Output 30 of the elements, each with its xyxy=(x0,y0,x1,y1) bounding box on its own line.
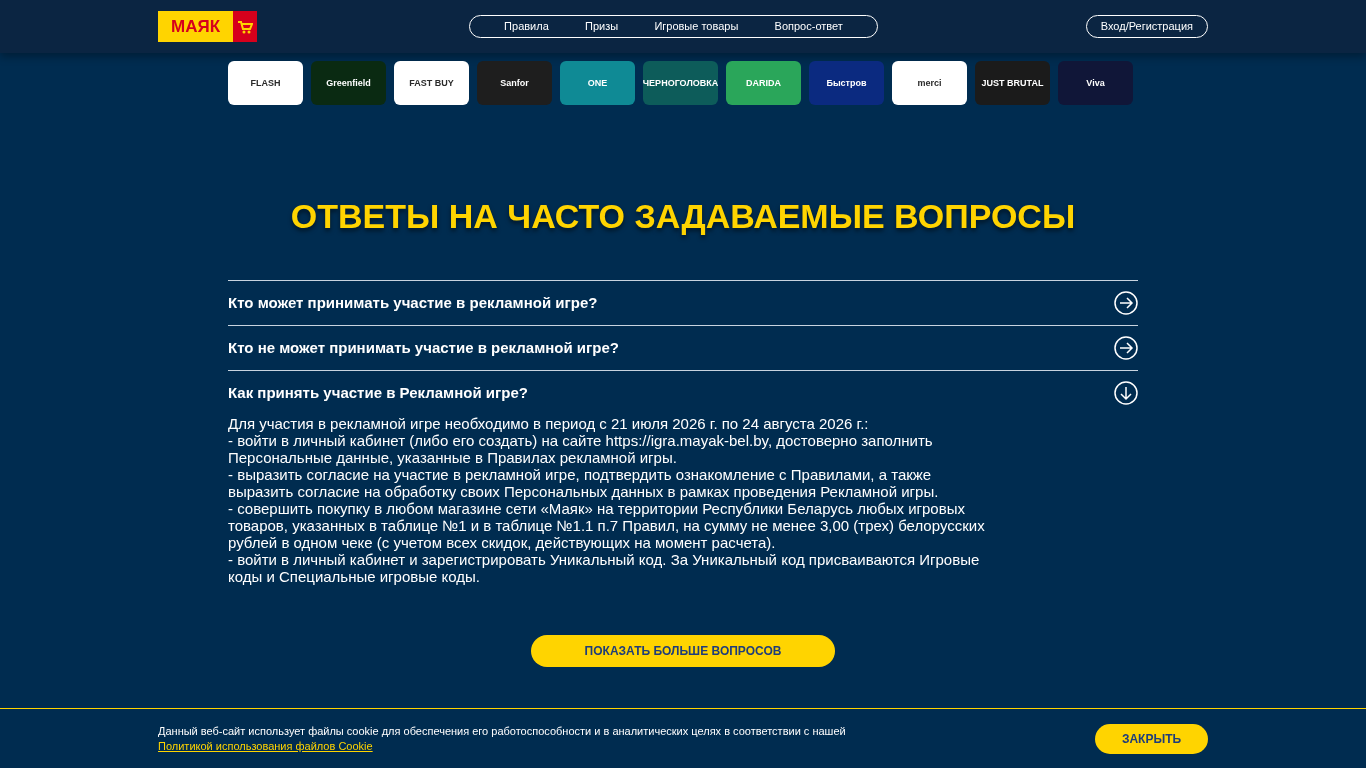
brand-logo[interactable]: JUST BRUTAL xyxy=(975,61,1050,105)
close-button[interactable]: ЗАКРЫТЬ xyxy=(1095,723,1208,754)
answer-paragraph: - войти в личный кабинет и зарегистрировать Уникальный код. За Уникальный код присваиваются Игровые коды и Специальные игровые коды. xyxy=(228,551,981,585)
nav-link[interactable]: Вопрос-ответ xyxy=(774,18,843,35)
brand-logo[interactable]: Быстров xyxy=(809,61,884,105)
brand-logo[interactable]: FAST BUY xyxy=(394,61,469,105)
faq-question[interactable]: Кто может принимать участие в рекламной игре? xyxy=(228,291,598,315)
brand-logo[interactable]: ЧЕРНОГОЛОВКА xyxy=(643,61,718,105)
page-title: ОТВЕТЫ НА ЧАСТО ЗАДАВАЕМЫЕ ВОПРОСЫ xyxy=(289,196,1077,237)
faq-question[interactable]: Кто не может принимать участие в рекламной игре? xyxy=(228,336,619,360)
nav-link[interactable]: Игровые товары xyxy=(654,18,739,35)
faq-question[interactable]: Как принять участие в Рекламной игре? xyxy=(228,381,528,405)
arrow-down-circle-icon[interactable] xyxy=(1114,381,1138,405)
answer-paragraph: - войти в личный кабинет (либо его создать) на сайте https://igra.mayak-bel.by, достоверно заполнить Персональные данные, указанные в Правилах рекламной игры. xyxy=(228,432,934,466)
answer-paragraph: - совершить покупку в любом магазине сети «Маяк» на территории Республики Беларусь любых игровых товаров, указанных в таблице №1 и в таблице №1.1 п.7 Правил, на сумму не менее 3,00 (трех) белорусских рублей в одном чеке (с учетом всех скидок, действующих на момент расчета). xyxy=(228,500,986,551)
brand-logo[interactable]: Greenfield xyxy=(311,61,386,105)
brand-logo[interactable]: Sanfor xyxy=(477,61,552,105)
brand-logo[interactable]: FLASH xyxy=(228,61,303,105)
arrow-right-circle-icon[interactable] xyxy=(1114,291,1138,315)
show-more-button[interactable]: ПОКАЗАТЬ БОЛЬШЕ ВОПРОСОВ xyxy=(531,635,835,667)
nav-link[interactable]: Правила xyxy=(504,18,549,35)
cookie-text: Данный веб-сайт использует файлы cookie для обеспечения его работоспособности и в аналитических целях в соответствии с нашей xyxy=(158,723,846,739)
answer-paragraph: Для участия в рекламной игре необходимо в период с 21 июля 2026 г. по 24 августа 2026 г.: xyxy=(228,415,870,432)
brand-logo[interactable]: Viva xyxy=(1058,61,1133,105)
brand-logo[interactable]: merci xyxy=(892,61,967,105)
cookie-policy-link[interactable]: Политикой использования файлов Cookie xyxy=(158,738,373,754)
brand-logo[interactable]: ONE xyxy=(560,61,635,105)
answer-paragraph: - выразить согласие на участие в рекламной игре, подтвердить ознакомление с Правилами, а также выразить согласие на обработку своих Персональных данных в рамках проведения Рекламной игры. xyxy=(228,466,940,500)
nav-link[interactable]: Призы xyxy=(585,18,619,35)
arrow-right-circle-icon[interactable] xyxy=(1114,336,1138,360)
